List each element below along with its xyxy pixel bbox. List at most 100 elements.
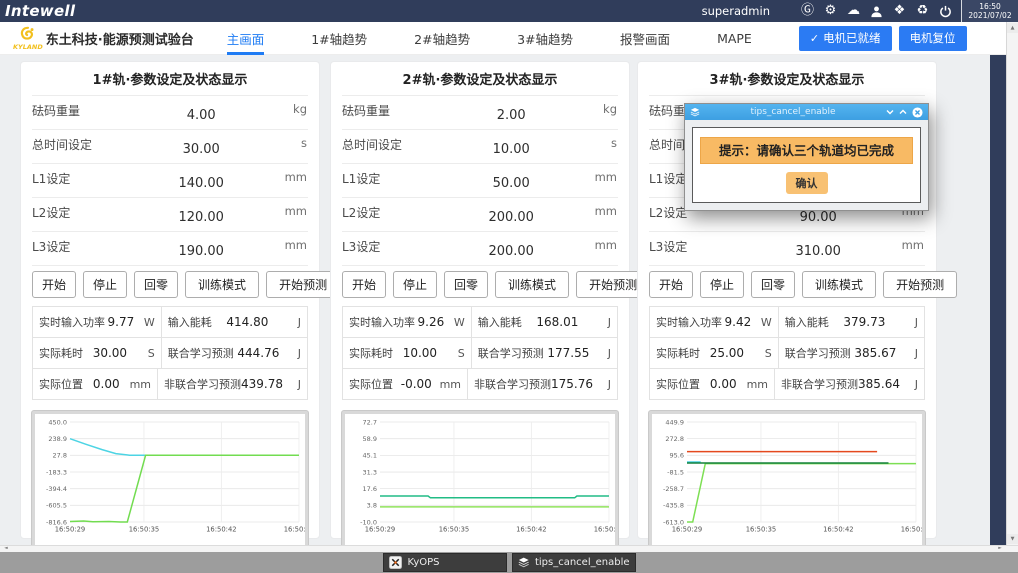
apps-grid-icon[interactable]: ❖ <box>888 0 911 22</box>
param-row-weight: 砝码重量 2.00 kg <box>342 95 618 129</box>
param-label: L3设定 <box>342 240 380 254</box>
status-cell-elapsed: 实际耗时 10.00 S <box>343 338 472 368</box>
panel-rail-1: 1#轨·参数设定及状态显示 砝码重量 4.00 kg 总时间设定 30.00 s… <box>20 61 320 539</box>
start-predict-button[interactable]: 开始预测 <box>266 271 340 298</box>
param-value-field[interactable]: 30.00 <box>156 142 246 157</box>
svg-text:95.6: 95.6 <box>670 452 684 460</box>
param-value-field[interactable]: 310.00 <box>773 244 863 259</box>
start-predict-button[interactable]: 开始预测 <box>883 271 957 298</box>
shade-down-icon[interactable] <box>886 108 894 116</box>
motor-ready-button[interactable]: ✓电机已就绪 <box>799 26 892 51</box>
svg-text:72.7: 72.7 <box>363 418 377 426</box>
stop-button[interactable]: 停止 <box>700 271 744 298</box>
param-label: 总时间设定 <box>342 138 402 152</box>
status-cell-elapsed: 实际耗时 30.00 S <box>33 338 162 368</box>
param-label: L3设定 <box>32 240 70 254</box>
start-button[interactable]: 开始 <box>32 271 76 298</box>
shade-up-icon[interactable] <box>899 108 907 116</box>
scroll-down-arrow[interactable]: ▼ <box>1007 534 1018 544</box>
horizontal-scrollbar[interactable]: ◄ ► <box>0 545 1018 552</box>
param-value-field[interactable]: 140.00 <box>156 176 246 191</box>
user-icon[interactable] <box>865 0 888 22</box>
param-unit: mm <box>285 170 307 184</box>
param-value-field[interactable]: 120.00 <box>156 210 246 225</box>
param-unit: mm <box>285 238 307 252</box>
train-mode-button[interactable]: 训练模式 <box>185 271 259 298</box>
tab-axis2-trend[interactable]: 2#轴趋势 <box>414 22 470 55</box>
scroll-right-arrow[interactable]: ► <box>995 546 1005 552</box>
status-row: 实际耗时 30.00 S 联合学习预测 444.76 J <box>33 337 307 368</box>
train-mode-button[interactable]: 训练模式 <box>802 271 876 298</box>
train-mode-button[interactable]: 训练模式 <box>495 271 569 298</box>
status-cell-nonfederated-pred: 非联合学习预测 385.64 J <box>775 369 924 399</box>
svg-text:-394.4: -394.4 <box>46 485 67 493</box>
scroll-left-arrow[interactable]: ◄ <box>1 546 11 552</box>
confirm-button[interactable]: 确认 <box>786 172 828 194</box>
return-zero-button[interactable]: 回零 <box>444 271 488 298</box>
param-value-field[interactable]: 10.00 <box>466 142 556 157</box>
status-table: 实时输入功率 9.26 W 输入能耗 168.01 J 实际耗时 10.00 S… <box>342 306 618 400</box>
param-value-field[interactable]: 190.00 <box>156 244 246 259</box>
param-unit: kg <box>603 102 617 116</box>
start-button[interactable]: 开始 <box>342 271 386 298</box>
motor-reset-button[interactable]: 电机复位 <box>899 26 967 51</box>
cloud-icon[interactable]: ☁ <box>842 0 865 22</box>
status-cell-federated-pred: 联合学习预测 444.76 J <box>162 338 307 368</box>
status-row: 实时输入功率 9.26 W 输入能耗 168.01 J <box>343 307 617 337</box>
nav-tabs: 主画面 1#轴趋势 2#轴趋势 3#轴趋势 报警画面 MAPE <box>227 22 799 55</box>
param-label: L3设定 <box>649 240 687 254</box>
param-unit: mm <box>285 204 307 218</box>
param-label: 总时间设定 <box>32 138 92 152</box>
svg-text:16:50:42: 16:50:42 <box>206 526 237 534</box>
time-label: 16:50 <box>962 2 1018 11</box>
recycle-icon[interactable]: ♻ <box>911 0 934 22</box>
svg-text:450.0: 450.0 <box>48 418 67 426</box>
param-value-field[interactable]: 4.00 <box>156 108 246 123</box>
param-unit: kg <box>293 102 307 116</box>
dialog-titlebar[interactable]: tips_cancel_enable <box>685 104 928 120</box>
status-cell-energy: 输入能耗 168.01 J <box>472 307 617 337</box>
return-zero-button[interactable]: 回零 <box>751 271 795 298</box>
status-cell-energy: 输入能耗 379.73 J <box>779 307 924 337</box>
tab-main-screen[interactable]: 主画面 <box>227 22 265 55</box>
param-label: 砝码重量 <box>342 104 390 118</box>
panel-actions: 开始 停止 回零 训练模式 开始预测 <box>342 271 618 298</box>
dialog-title: tips_cancel_enable <box>704 107 882 117</box>
tab-axis1-trend[interactable]: 1#轴趋势 <box>311 22 367 55</box>
power-icon[interactable] <box>934 0 957 22</box>
tab-axis3-trend[interactable]: 3#轴趋势 <box>517 22 573 55</box>
layers-icon <box>518 556 529 569</box>
dialog-body: 提示：请确认三个轨道均已完成 确认 <box>685 120 928 210</box>
param-value-field[interactable]: 2.00 <box>466 108 556 123</box>
svg-text:-435.8: -435.8 <box>663 502 684 510</box>
settings-gear-icon[interactable]: ⚙ <box>819 0 842 22</box>
scroll-up-arrow[interactable]: ▲ <box>1007 23 1018 33</box>
param-unit: mm <box>902 238 924 252</box>
panel-rail-2: 2#轨·参数设定及状态显示 砝码重量 2.00 kg 总时间设定 10.00 s… <box>330 61 630 539</box>
stop-button[interactable]: 停止 <box>393 271 437 298</box>
svg-text:16:50:42: 16:50:42 <box>823 526 854 534</box>
param-unit: s <box>301 136 307 150</box>
status-cell-position: 实际位置 0.00 mm <box>650 369 775 399</box>
status-cell-power: 实时输入功率 9.26 W <box>343 307 472 337</box>
svg-text:58.9: 58.9 <box>363 435 377 443</box>
current-user-label: superadmin <box>702 4 770 18</box>
return-zero-button[interactable]: 回零 <box>134 271 178 298</box>
tab-alarm-screen[interactable]: 报警画面 <box>620 22 670 55</box>
svg-text:16:50:42: 16:50:42 <box>516 526 547 534</box>
status-cell-power: 实时输入功率 9.42 W <box>650 307 779 337</box>
panel-actions: 开始 停止 回零 训练模式 开始预测 <box>32 271 308 298</box>
start-button[interactable]: 开始 <box>649 271 693 298</box>
close-icon[interactable] <box>912 107 923 118</box>
param-value-field[interactable]: 200.00 <box>466 244 556 259</box>
stop-button[interactable]: 停止 <box>83 271 127 298</box>
g-badge-icon[interactable]: Ⓖ <box>796 0 819 22</box>
taskbar-item-kyops[interactable]: KyOPS <box>383 553 507 572</box>
vertical-scrollbar[interactable]: ▲ ▼ <box>1006 22 1018 545</box>
taskbar-item-tips-cancel-enable[interactable]: tips_cancel_enable <box>512 553 636 572</box>
param-value-field[interactable]: 90.00 <box>773 210 863 225</box>
status-table: 实时输入功率 9.77 W 输入能耗 414.80 J 实际耗时 30.00 S… <box>32 306 308 400</box>
tab-mape[interactable]: MAPE <box>717 22 752 55</box>
param-value-field[interactable]: 50.00 <box>466 176 556 191</box>
param-value-field[interactable]: 200.00 <box>466 210 556 225</box>
